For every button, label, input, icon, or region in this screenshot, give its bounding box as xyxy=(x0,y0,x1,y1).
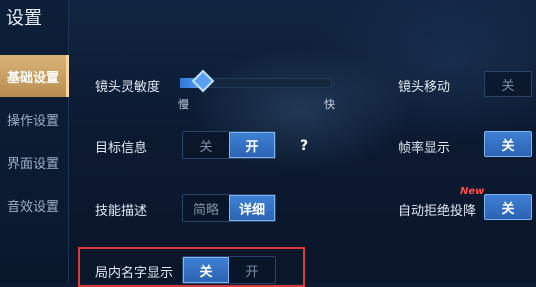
slider-min-label: 慢 xyxy=(178,98,189,111)
ingame-name-off-button[interactable]: 关 xyxy=(183,257,229,283)
new-badge: New xyxy=(460,186,485,197)
skill-desc-segment: 简略 详细 xyxy=(182,194,276,222)
skill-desc-label: 技能描述 xyxy=(95,204,148,219)
target-info-on-button[interactable]: 开 xyxy=(229,132,275,158)
tab-basic-settings[interactable]: 基础设置 xyxy=(0,55,69,97)
tab-sound-settings[interactable]: 音效设置 xyxy=(0,184,66,226)
camera-sensitivity-label: 镜头灵敏度 xyxy=(95,80,161,95)
ingame-name-on-button[interactable]: 开 xyxy=(229,257,275,283)
camera-move-label: 镜头移动 xyxy=(398,80,451,95)
target-info-off-button[interactable]: 关 xyxy=(183,132,229,158)
ingame-name-display-segment: 关 开 xyxy=(182,256,276,284)
fps-display-toggle[interactable]: 关 xyxy=(484,131,532,157)
page-title: 设置 xyxy=(6,8,42,29)
tab-control-settings[interactable]: 操作设置 xyxy=(0,98,66,140)
fps-display-label: 帧率显示 xyxy=(398,141,451,156)
auto-reject-surrender-toggle[interactable]: 关 xyxy=(484,194,532,220)
skill-desc-brief-button[interactable]: 简略 xyxy=(183,195,229,221)
target-info-label: 目标信息 xyxy=(95,141,148,156)
sidebar: 设置 基础设置 操作设置 界面设置 音效设置 xyxy=(0,0,69,283)
ingame-name-display-label: 局内名字显示 xyxy=(95,266,174,281)
camera-move-toggle[interactable]: 关 xyxy=(484,71,532,97)
auto-reject-surrender-label: 自动拒绝投降 xyxy=(398,204,477,219)
help-icon[interactable]: ? xyxy=(300,138,308,154)
slider-max-label: 快 xyxy=(324,98,335,111)
target-info-segment: 关 开 xyxy=(182,131,276,159)
skill-desc-detail-button[interactable]: 详细 xyxy=(229,195,275,221)
tab-interface-settings[interactable]: 界面设置 xyxy=(0,141,66,183)
